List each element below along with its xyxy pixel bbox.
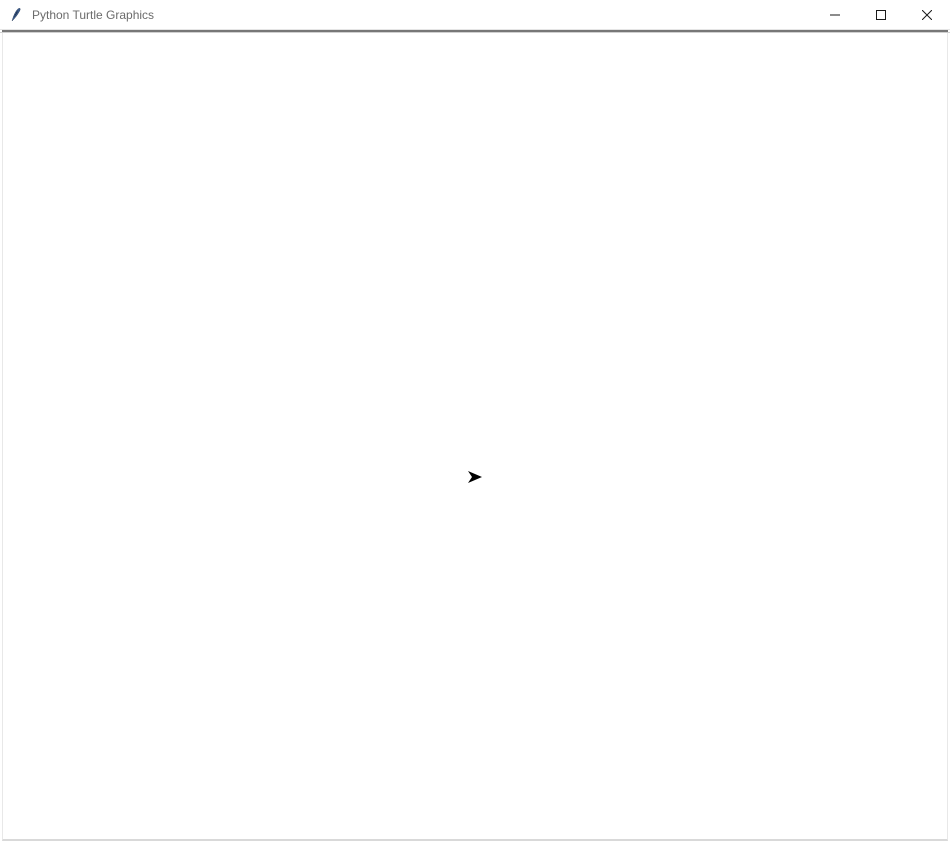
python-feather-icon — [8, 7, 24, 23]
window-controls — [812, 0, 950, 29]
minimize-button[interactable] — [812, 0, 858, 30]
titlebar: Python Turtle Graphics — [0, 0, 950, 30]
turtle-canvas[interactable] — [2, 33, 948, 841]
window-title: Python Turtle Graphics — [32, 8, 154, 22]
turtle-cursor-icon — [468, 471, 484, 490]
close-button[interactable] — [904, 0, 950, 30]
titlebar-left: Python Turtle Graphics — [8, 7, 154, 23]
maximize-button[interactable] — [858, 0, 904, 30]
